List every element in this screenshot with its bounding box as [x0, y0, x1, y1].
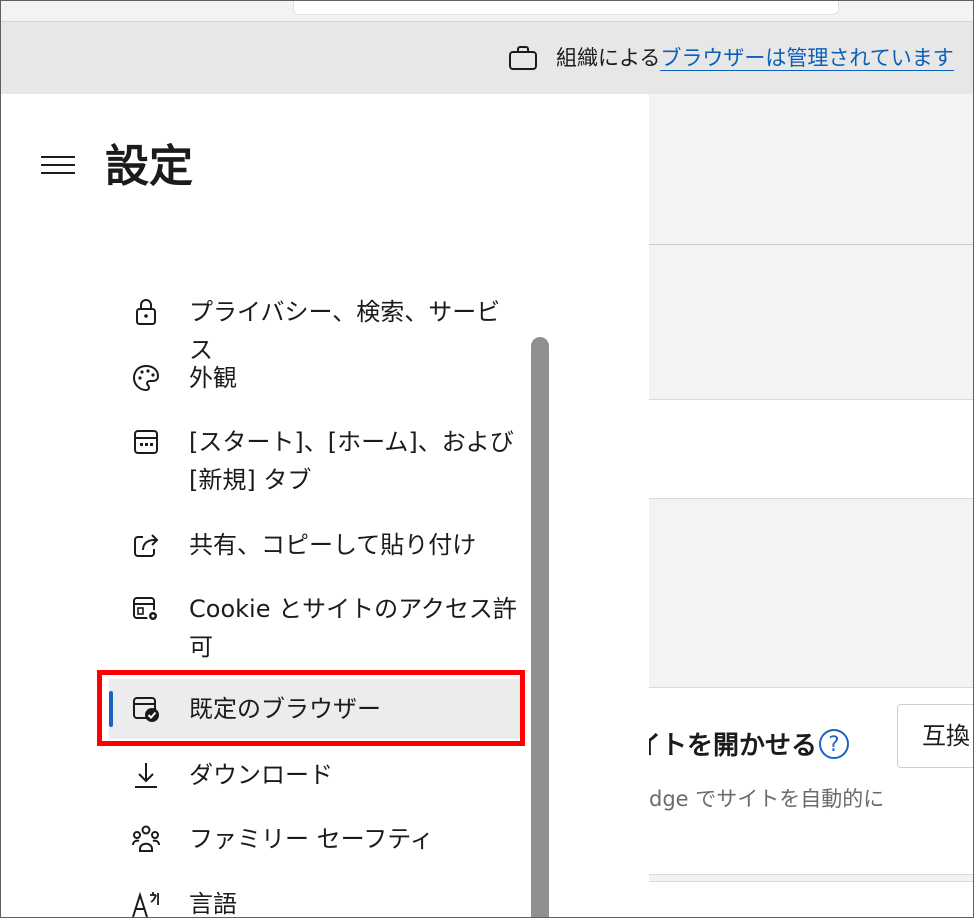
sidebar-item-appearance[interactable]: 外観: [109, 359, 523, 399]
palette-icon: [132, 364, 160, 392]
settings-card-1: [649, 399, 973, 499]
sidebar-item-share-copy-paste[interactable]: 共有、コピーして貼り付け: [109, 526, 523, 566]
content-header-area: [649, 94, 973, 245]
sidebar-item-downloads[interactable]: ダウンロード: [109, 756, 523, 796]
lock-icon: [136, 299, 156, 325]
browser-window: 組織によるブラウザーは管理されています イトを開かせる ? dge でサイトを自…: [0, 0, 974, 918]
sidebar-item-label: 外観: [189, 364, 237, 392]
page-title: 設定: [105, 141, 193, 192]
site-permissions-icon: [133, 597, 159, 622]
sidebar-item-label: 言語: [189, 890, 237, 918]
settings-card-3: [649, 881, 973, 917]
top-strip: [1, 1, 973, 21]
new-tab-icon: [134, 430, 158, 454]
open-sites-heading: イトを開かせる: [635, 731, 818, 761]
sidebar-item-cookies-site-permissions[interactable]: Cookie とサイトのアクセス許可: [109, 590, 523, 670]
managed-by-org-bar: 組織によるブラウザーは管理されています: [1, 21, 973, 94]
open-sites-description: dge でサイトを自動的に: [649, 787, 885, 811]
sidebar-item-privacy[interactable]: プライバシー、検索、サービス: [109, 293, 523, 364]
default-browser-icon: [133, 697, 159, 722]
compatibility-button[interactable]: 互換: [897, 704, 973, 768]
share-icon: [134, 534, 159, 557]
sidebar-item-label: Cookie とサイトのアクセス許可: [189, 595, 517, 661]
sidebar-item-languages[interactable]: 言語: [109, 885, 523, 918]
briefcase-icon: [509, 46, 537, 70]
sidebar-item-label: プライバシー、検索、サービス: [189, 298, 501, 364]
sidebar-item-label: [スタート]、[ホーム]、および [新規] タブ: [189, 428, 514, 494]
managed-prefix: 組織による: [556, 46, 661, 70]
sidebar-item-family-safety[interactable]: ファミリー セーフティ: [109, 820, 523, 860]
sidebar-item-start-home-newtab[interactable]: [スタート]、[ホーム]、および [新規] タブ: [109, 423, 523, 503]
sidebar-item-label: 共有、コピーして貼り付け: [189, 531, 477, 559]
sidebar-item-label: ダウンロード: [189, 761, 333, 789]
menu-icon[interactable]: [41, 156, 75, 178]
language-icon: [132, 891, 159, 917]
active-indicator: [109, 691, 113, 727]
help-icon[interactable]: ?: [819, 729, 849, 759]
sidebar-item-label: ファミリー セーフティ: [189, 825, 434, 853]
family-icon: [132, 825, 160, 852]
managed-link[interactable]: ブラウザーは管理されています: [660, 46, 954, 71]
sidebar-scrollbar[interactable]: [531, 337, 549, 917]
sidebar-item-label: 既定のブラウザー: [189, 695, 381, 723]
managed-message: 組織によるブラウザーは管理されています: [556, 44, 954, 72]
download-icon: [135, 763, 157, 788]
sidebar-item-default-browser[interactable]: 既定のブラウザー: [109, 679, 523, 739]
address-bar[interactable]: [293, 1, 839, 15]
